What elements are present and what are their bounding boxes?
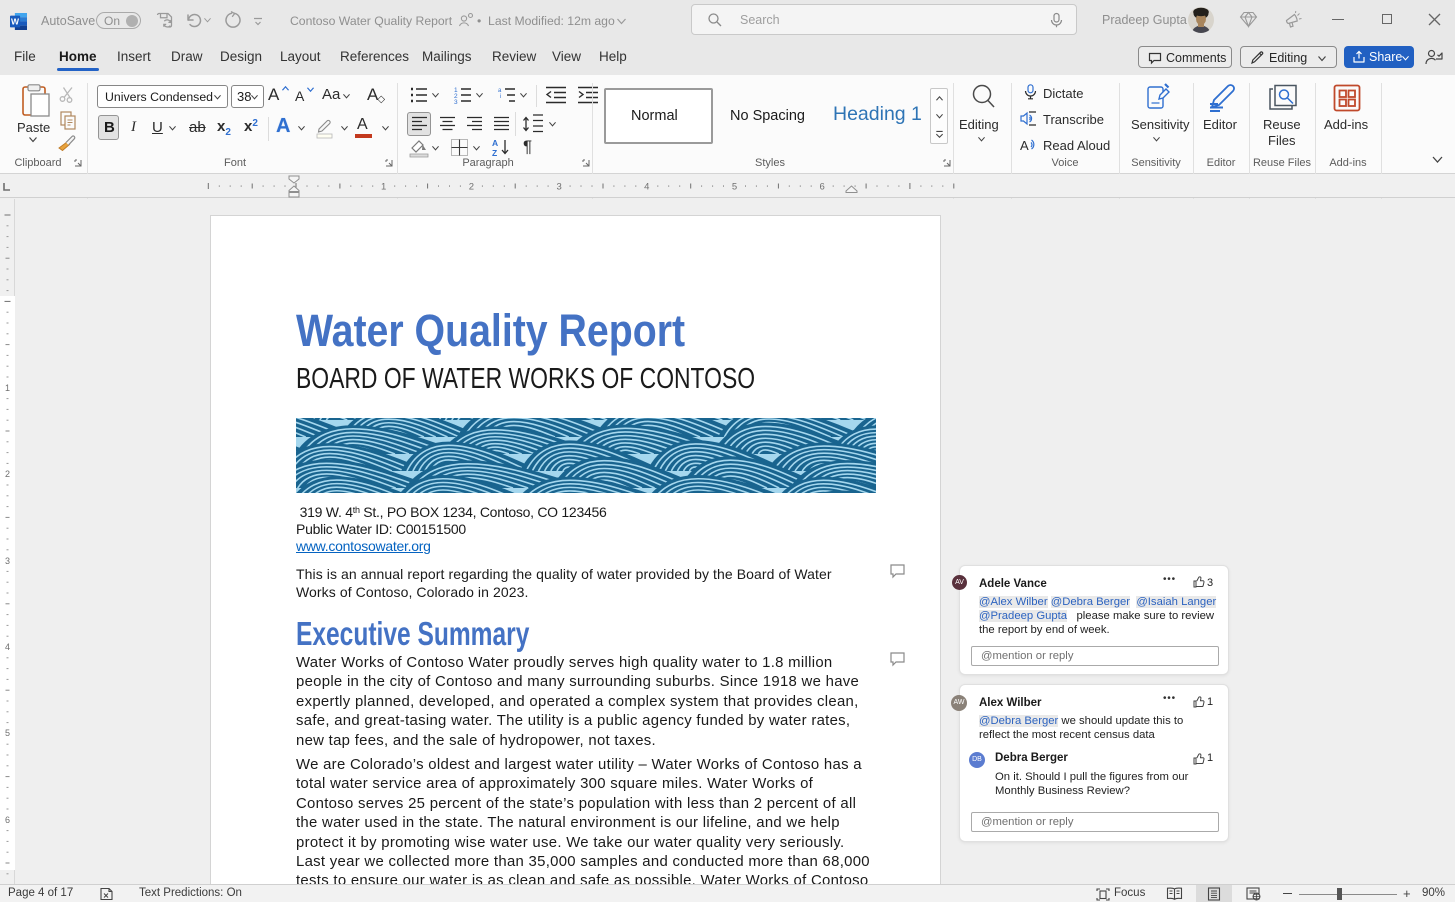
svg-text:3: 3 [556,182,561,193]
svg-text:5: 5 [732,182,737,193]
svg-text:2: 2 [5,469,10,479]
svg-text:Z: Z [492,148,497,157]
svg-text:i: i [500,94,501,100]
svg-text:A: A [492,138,498,148]
svg-text:2: 2 [469,182,474,193]
svg-text:W: W [11,17,20,27]
svg-text:1: 1 [5,383,10,393]
svg-text:5: 5 [5,728,10,738]
svg-text:6: 6 [5,815,10,825]
svg-text:3: 3 [5,556,10,566]
svg-text:3: 3 [454,99,458,104]
svg-text:A: A [1020,138,1029,153]
svg-text:4: 4 [644,182,649,193]
svg-text:1: 1 [381,182,386,193]
svg-text:4: 4 [5,642,10,652]
svg-text:6: 6 [820,182,825,193]
